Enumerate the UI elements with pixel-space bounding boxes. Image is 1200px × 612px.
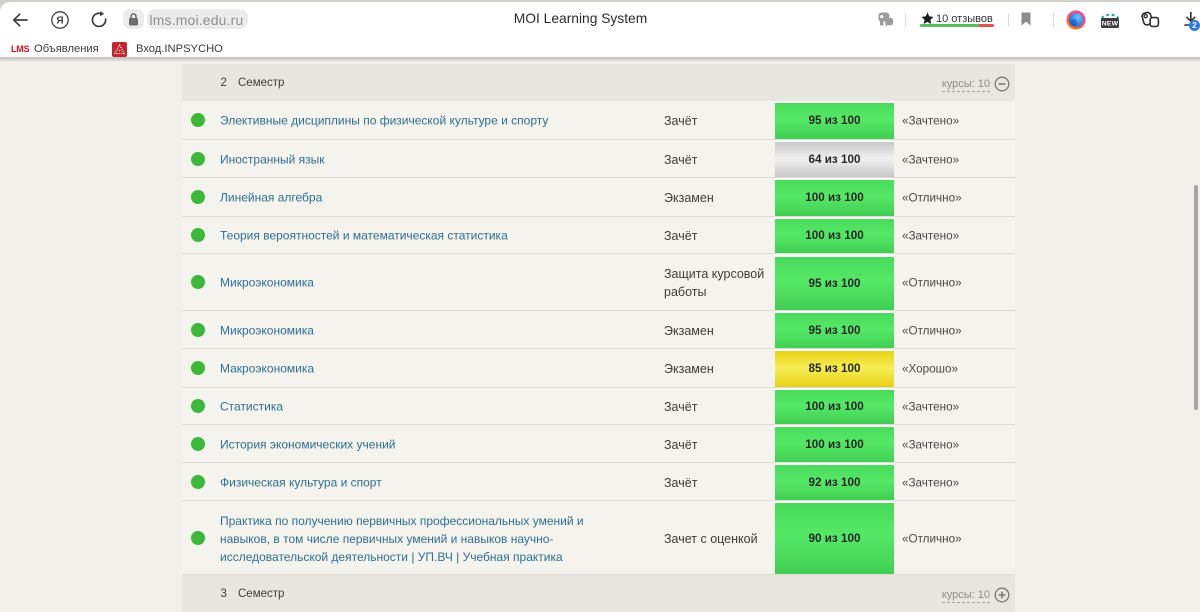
svg-text:NEW: NEW bbox=[1102, 21, 1119, 28]
svg-text:Я: Я bbox=[56, 16, 63, 27]
